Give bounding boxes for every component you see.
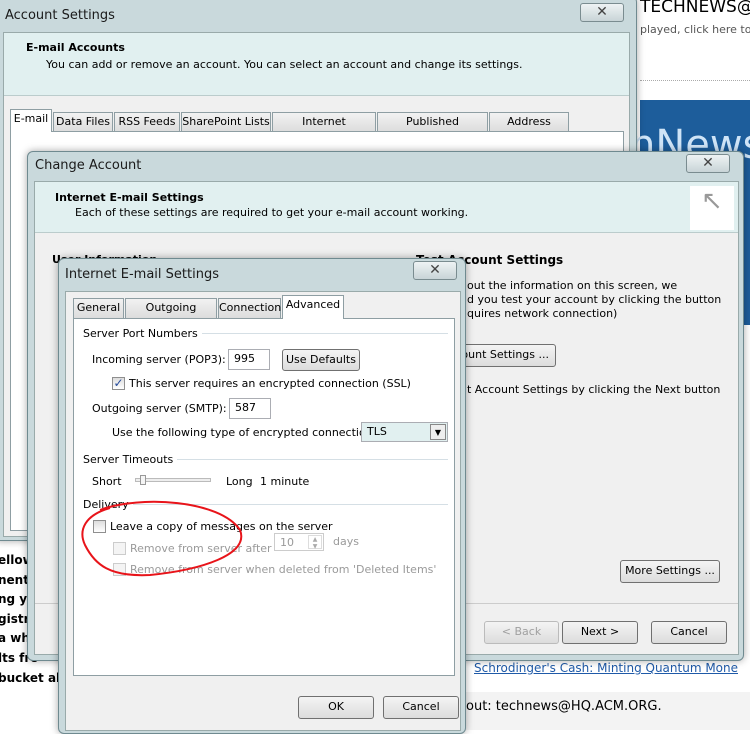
red-annotation-circle: [81, 500, 243, 577]
tab-advanced[interactable]: Advanced: [282, 295, 344, 319]
tab-e-mail[interactable]: E-mail: [10, 109, 52, 132]
